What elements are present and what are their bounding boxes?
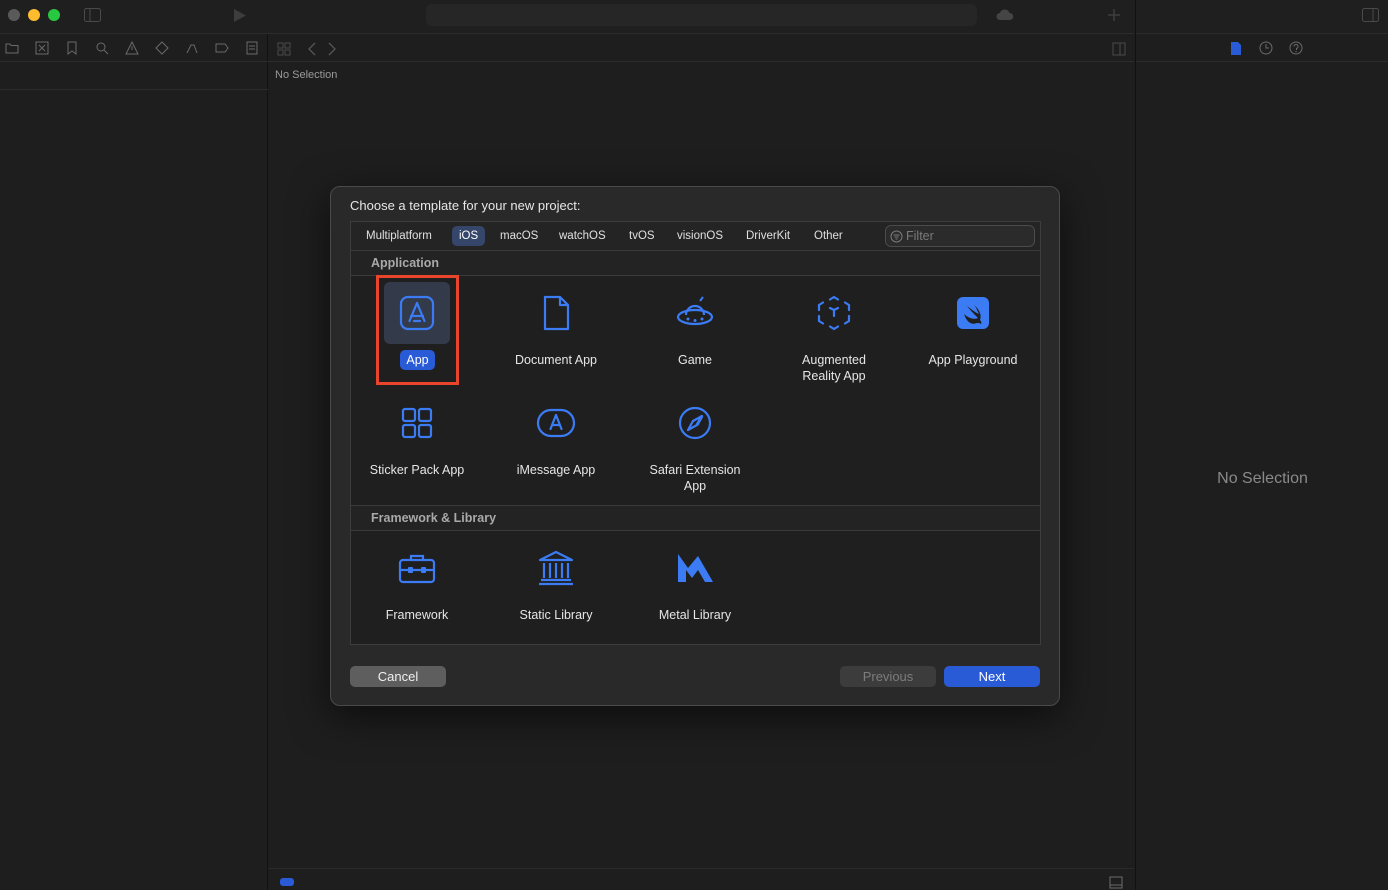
next-button[interactable]: Next xyxy=(944,666,1040,687)
safari-compass-icon xyxy=(675,403,715,443)
navigator-titlebar xyxy=(0,0,268,34)
tab-watchos[interactable]: watchOS xyxy=(552,226,613,246)
template-static-library[interactable]: Static Library xyxy=(491,532,621,642)
source-control-icon[interactable] xyxy=(35,41,49,55)
panel-toggle-icon[interactable] xyxy=(1109,876,1123,889)
metal-icon xyxy=(675,548,715,588)
platform-tab-bar: Multiplatform iOS macOS watchOS tvOS vis… xyxy=(351,222,1040,251)
ar-cube-icon xyxy=(814,293,854,333)
breakpoint-icon[interactable] xyxy=(215,41,229,55)
template-game[interactable]: Game xyxy=(630,277,760,387)
jump-bar xyxy=(268,35,1134,62)
new-project-sheet: Choose a template for your new project: … xyxy=(330,186,1060,706)
template-label: Sticker Pack App xyxy=(369,463,465,477)
template-app-playground[interactable]: App Playground xyxy=(908,277,1038,387)
tab-other[interactable]: Other xyxy=(807,226,850,246)
editor-no-selection-label: No Selection xyxy=(275,69,338,81)
template-label: App Playground xyxy=(928,353,1018,367)
add-editor-icon[interactable] xyxy=(1112,42,1126,56)
debug-bar xyxy=(268,868,1134,890)
template-label: Game xyxy=(677,353,713,367)
section-title: Application xyxy=(371,256,440,270)
template-document-app[interactable]: Document App xyxy=(491,277,621,387)
sheet-title: Choose a template for your new project: xyxy=(350,198,581,213)
inspector-toggle-icon[interactable] xyxy=(1362,8,1379,22)
inspector-titlebar xyxy=(1136,0,1388,34)
activity-view xyxy=(426,4,977,26)
sidebar-toggle-icon[interactable] xyxy=(84,8,101,22)
debug-area-toggle-icon[interactable] xyxy=(280,878,294,886)
inspector-no-selection-label: No Selection xyxy=(1217,470,1308,487)
inspector-tab-bar xyxy=(1136,35,1388,62)
template-label: iMessage App xyxy=(516,463,596,477)
template-sticker-pack-app[interactable]: Sticker Pack App xyxy=(352,387,482,497)
tab-driverkit[interactable]: DriverKit xyxy=(739,226,797,246)
cancel-button[interactable]: Cancel xyxy=(350,666,446,687)
tab-ios[interactable]: iOS xyxy=(452,226,486,246)
report-icon[interactable] xyxy=(245,41,259,55)
swift-icon xyxy=(953,293,993,333)
game-ufo-icon xyxy=(675,293,715,333)
folder-icon[interactable] xyxy=(5,41,19,55)
chevron-left-icon[interactable] xyxy=(308,42,316,56)
cloud-icon[interactable] xyxy=(996,9,1014,21)
tab-tvos[interactable]: tvOS xyxy=(622,226,662,246)
close-window-button[interactable] xyxy=(8,9,20,21)
debug-icon[interactable] xyxy=(185,41,199,55)
navigator-pane xyxy=(0,0,268,890)
template-metal-library[interactable]: Metal Library xyxy=(630,532,760,642)
library-columns-icon xyxy=(536,548,576,588)
template-label: Static Library xyxy=(519,608,593,622)
search-icon[interactable] xyxy=(95,41,109,55)
filter-input[interactable] xyxy=(906,228,1032,244)
history-clock-icon[interactable] xyxy=(1259,41,1273,55)
toolbox-icon xyxy=(397,548,437,588)
tab-visionos[interactable]: visionOS xyxy=(670,226,730,246)
tab-multiplatform[interactable]: Multiplatform xyxy=(359,226,439,246)
related-items-icon[interactable] xyxy=(277,42,291,56)
run-icon[interactable] xyxy=(233,8,247,23)
inspector-pane: No Selection xyxy=(1135,0,1388,890)
imessage-app-icon xyxy=(536,403,576,443)
tab-macos[interactable]: macOS xyxy=(493,226,545,246)
chevron-right-icon[interactable] xyxy=(328,42,336,56)
warning-icon[interactable] xyxy=(125,41,139,55)
template-safari-extension-app[interactable]: Safari Extension App xyxy=(630,387,760,497)
template-label: Metal Library xyxy=(658,608,732,622)
sticker-grid-icon xyxy=(397,403,437,443)
zoom-window-button[interactable] xyxy=(48,9,60,21)
add-icon[interactable] xyxy=(1107,8,1121,22)
template-augmented-reality-app[interactable]: Augmented Reality App xyxy=(769,277,899,387)
bookmark-icon[interactable] xyxy=(65,41,79,55)
section-header-application: Application xyxy=(351,251,1040,276)
help-icon[interactable] xyxy=(1289,41,1303,55)
template-label: Safari Extension App xyxy=(649,463,741,493)
template-label: Augmented Reality App xyxy=(802,353,866,383)
editor-titlebar xyxy=(268,0,1134,34)
filter-field[interactable] xyxy=(885,225,1035,247)
minimize-window-button[interactable] xyxy=(28,9,40,21)
template-label: Framework xyxy=(385,608,449,622)
section-header-framework-library: Framework & Library xyxy=(351,506,1040,531)
navigator-filter-bar xyxy=(0,62,268,90)
test-diamond-icon[interactable] xyxy=(155,41,169,55)
template-chooser: Multiplatform iOS macOS watchOS tvOS vis… xyxy=(350,221,1041,645)
document-icon xyxy=(536,293,576,333)
template-label: Document App xyxy=(515,353,597,367)
template-imessage-app[interactable]: iMessage App xyxy=(491,387,621,497)
selection-highlight-box xyxy=(376,275,459,385)
template-framework[interactable]: Framework xyxy=(352,532,482,642)
file-inspector-icon[interactable] xyxy=(1230,41,1242,56)
navigator-toolbar xyxy=(0,35,268,62)
section-title: Framework & Library xyxy=(371,511,497,525)
previous-button[interactable]: Previous xyxy=(840,666,936,687)
filter-icon xyxy=(890,230,903,243)
